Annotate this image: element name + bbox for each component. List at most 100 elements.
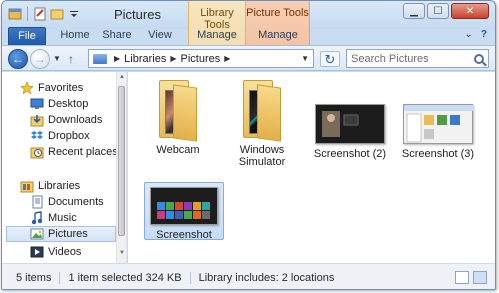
breadcrumb-libraries[interactable]: Libraries	[124, 53, 166, 65]
ribbon-tab-row: File Home Share View Manage Manage	[2, 27, 495, 45]
window-controls: ▁ ☐ ✕	[403, 3, 489, 19]
tab-home[interactable]: Home	[56, 27, 94, 45]
downloads-icon	[30, 113, 44, 127]
quick-access-toolbar	[8, 7, 81, 21]
status-selection: 1 item selected 324 KB	[68, 271, 182, 284]
qat-separator	[27, 7, 28, 21]
forward-arrow-icon: →	[34, 52, 46, 66]
status-bar: 5 items 1 item selected 324 KB Library i…	[2, 263, 495, 289]
status-library-info: Library includes: 2 locations	[198, 271, 335, 284]
star-icon	[20, 81, 34, 95]
minimize-button[interactable]: ▁	[403, 3, 425, 19]
search-input[interactable]: Search Pictures	[346, 49, 489, 68]
large-icons-view-icon[interactable]	[473, 271, 487, 284]
maximize-button[interactable]: ☐	[427, 3, 449, 19]
qat-dropdown-icon[interactable]	[67, 7, 81, 21]
item-name: Webcam	[156, 144, 200, 156]
up-arrow-icon[interactable]: ↑	[68, 52, 74, 66]
folder-icon	[239, 78, 285, 142]
sidebar-scrollbar[interactable]: ▲ ▼	[116, 72, 126, 263]
scroll-thumb[interactable]	[118, 86, 125, 236]
tab-view[interactable]: View	[142, 27, 178, 45]
sidebar-item-music[interactable]: Music	[30, 210, 143, 226]
sidebar-label: Videos	[48, 246, 82, 258]
address-bar[interactable]: ▶ Libraries ▶ Pictures ▶ ▼	[88, 49, 314, 68]
item-name: Screenshot	[156, 229, 212, 241]
ribbon-extra-controls: ⌄ ?	[465, 29, 488, 40]
folder-item-windows-simulator[interactable]: Windows Simulator	[224, 78, 300, 168]
libraries-icon	[20, 179, 34, 193]
tab-picture-manage[interactable]: Manage	[246, 27, 310, 45]
sidebar-item-pictures[interactable]: Pictures	[6, 226, 116, 242]
close-icon: ✕	[465, 5, 475, 17]
folder-item-webcam[interactable]: Webcam	[140, 78, 216, 156]
breadcrumb-chevron-icon[interactable]: ▶	[224, 54, 230, 63]
search-icon	[474, 53, 484, 64]
image-thumbnail	[150, 187, 218, 225]
recent-locations-dropdown-icon[interactable]: ▼	[53, 54, 61, 63]
file-list: Webcam Windows Simulator Screenshot (2)	[128, 72, 495, 263]
navigation-pane: Favorites Desktop Downloads Dropbox Rece…	[2, 72, 127, 263]
image-item-screenshot-2[interactable]: Screenshot (2)	[312, 104, 388, 160]
refresh-icon: ↻	[324, 52, 336, 67]
sidebar-item-desktop[interactable]: Desktop	[30, 96, 143, 112]
details-view-icon[interactable]	[455, 271, 469, 284]
item-name: Screenshot (2)	[313, 148, 387, 160]
sidebar-label: Desktop	[48, 98, 89, 110]
sidebar-label: Downloads	[48, 114, 103, 126]
new-folder-icon[interactable]	[50, 7, 64, 21]
forward-button[interactable]: →	[30, 49, 50, 69]
desktop-icon	[30, 97, 44, 111]
image-thumbnail	[315, 104, 385, 144]
navigation-bar: ← → ▼ ↑ ▶ Libraries ▶ Pictures ▶ ▼ ↻ Sea…	[2, 45, 495, 71]
item-name: Screenshot (3)	[401, 148, 475, 160]
tab-library-manage[interactable]: Manage	[188, 27, 246, 45]
sidebar-item-downloads[interactable]: Downloads	[30, 112, 143, 128]
sidebar-label: Documents	[48, 196, 104, 208]
sidebar-label: Favorites	[38, 82, 84, 94]
explorer-icon[interactable]	[8, 7, 22, 21]
library-tools-label: Library Tools	[200, 7, 234, 31]
maximize-icon: ☐	[433, 5, 443, 17]
ribbon-expand-icon[interactable]: ⌄	[465, 29, 473, 40]
breadcrumb-pictures[interactable]: Pictures	[181, 53, 221, 65]
scroll-down-icon[interactable]: ▼	[118, 250, 126, 260]
sidebar-item-documents[interactable]: Documents	[30, 194, 143, 210]
back-button[interactable]: ←	[8, 49, 28, 69]
status-item-count: 5 items	[16, 271, 52, 284]
tab-file[interactable]: File	[8, 27, 46, 45]
image-thumbnail	[403, 104, 474, 144]
sidebar-label: Libraries	[38, 180, 81, 192]
scroll-up-icon[interactable]: ▲	[118, 74, 126, 84]
sidebar-label: Pictures	[48, 228, 88, 240]
close-button[interactable]: ✕	[451, 3, 489, 19]
explorer-window: Pictures Library Tools Picture Tools ▁ ☐…	[1, 0, 496, 290]
breadcrumb-chevron-icon[interactable]: ▶	[114, 54, 120, 63]
properties-icon[interactable]	[33, 7, 47, 21]
address-dropdown-icon[interactable]: ▼	[301, 54, 309, 63]
tab-share[interactable]: Share	[98, 27, 136, 45]
sidebar-label: Recent places	[48, 146, 118, 158]
recent-places-icon	[30, 145, 44, 159]
sidebar-item-recent-places[interactable]: Recent places	[30, 144, 143, 160]
picture-tools-label: Picture Tools	[246, 7, 309, 19]
sidebar-label: Music	[48, 212, 77, 224]
window-title: Pictures	[114, 7, 161, 22]
sidebar-item-videos[interactable]: Videos	[30, 244, 143, 260]
item-name: Windows Simulator	[238, 144, 286, 168]
pictures-icon	[30, 227, 44, 241]
help-button[interactable]: ?	[481, 29, 487, 40]
title-bar: Pictures Library Tools Picture Tools ▁ ☐…	[2, 1, 495, 45]
refresh-button[interactable]: ↻	[320, 51, 340, 67]
image-item-screenshot-3[interactable]: Screenshot (3)	[400, 104, 476, 160]
documents-icon	[30, 195, 44, 209]
library-icon	[93, 53, 107, 64]
status-separator	[59, 271, 61, 284]
back-arrow-icon: ←	[12, 52, 24, 66]
sidebar-label: Dropbox	[48, 130, 90, 142]
sidebar-item-dropbox[interactable]: Dropbox	[30, 128, 143, 144]
image-item-screenshot[interactable]: Screenshot	[144, 182, 224, 241]
view-switcher	[455, 271, 487, 284]
folder-icon	[155, 78, 201, 142]
breadcrumb-chevron-icon[interactable]: ▶	[170, 54, 176, 63]
